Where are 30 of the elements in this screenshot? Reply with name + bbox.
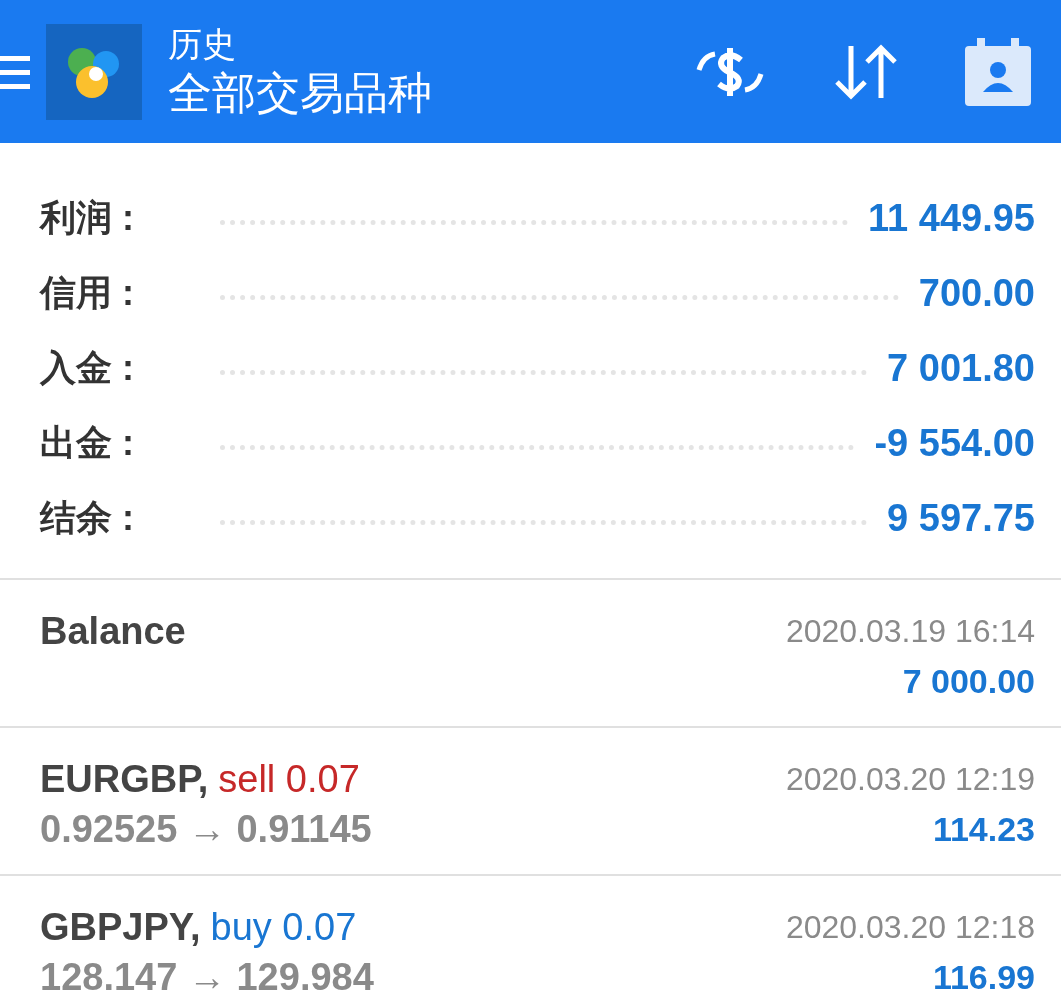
summary-value: -9 554.00 [874,422,1035,465]
screen-subtitle: 全部交易品种 [168,66,433,119]
summary-value: 11 449.95 [868,197,1035,240]
trade-action: buy 0.07 [210,905,357,950]
trade-prices: 0.92525 → 0.91145 [40,807,372,852]
deal-amount: 116.99 [932,957,1035,998]
summary-label: 信用 : [40,271,135,315]
trade-prices: 128.147 → 129.984 [40,955,374,1000]
summary-label: 出金 : [40,421,135,465]
screen-title: 历史 [168,23,237,65]
trade-action: sell 0.07 [218,757,360,802]
deal-time: 2020.03.20 12:18 [785,908,1035,947]
summary-value: 9 597.75 [887,497,1035,540]
summary-value: 7 001.80 [887,347,1035,390]
deal-amount: 114.23 [932,809,1035,850]
trade-entry[interactable]: EURGBP, sell 0.07 0.92525 → 0.91145 2020.03.20 12:19 114.23 [0,728,1061,876]
app-logo-icon [46,23,142,120]
deal-time: 2020.03.20 12:19 [785,760,1035,799]
deal-amount: 7 000.00 [902,661,1035,702]
summary-label: 结余 : [40,496,135,540]
deal-title: Balance [40,609,186,654]
balance-entry[interactable]: Balance 2020.03.19 16:14 7 000.00 [0,580,1061,728]
trade-entry[interactable]: GBPJPY, buy 0.07 128.147 → 129.984 2020.03.20 12:18 116.99 [0,876,1061,1006]
summary-label: 利润 : [40,196,135,240]
deal-time: 2020.03.19 16:14 [785,612,1035,651]
deal-symbol: EURGBP, [40,757,209,802]
deal-symbol: GBPJPY, [40,905,201,950]
summary-label: 入金 : [40,346,135,390]
calendar-person-icon[interactable] [963,35,1033,108]
summary-value: 700.00 [918,272,1035,315]
